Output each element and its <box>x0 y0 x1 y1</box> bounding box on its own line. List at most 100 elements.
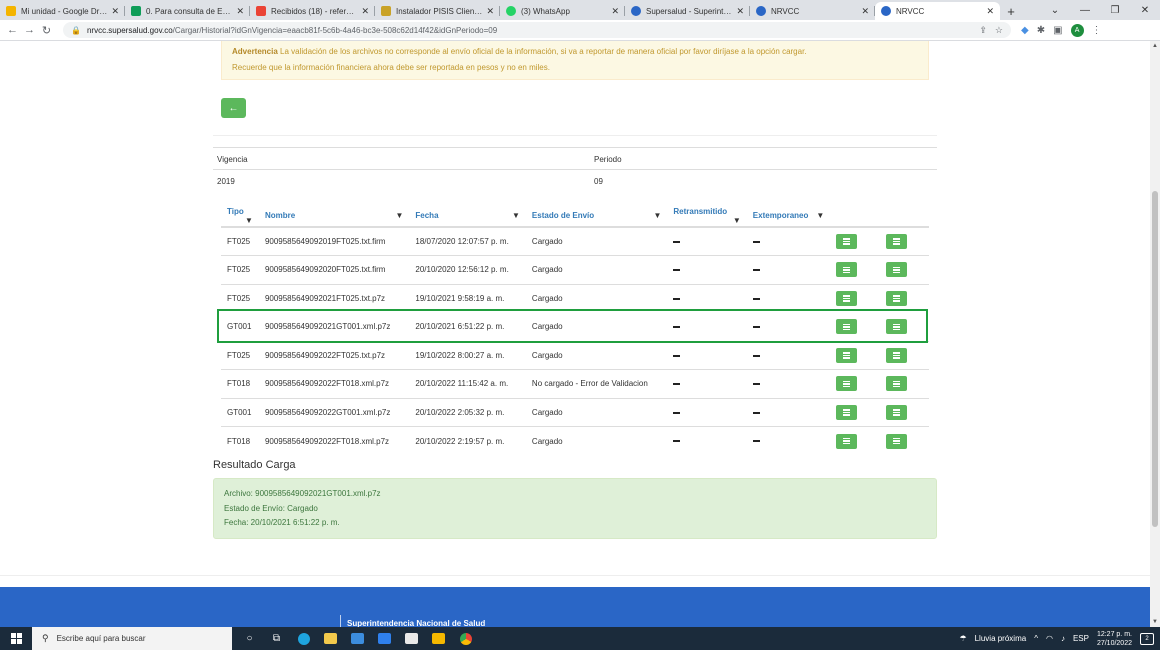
cell-extemporaneo <box>746 283 831 313</box>
view-result-button[interactable] <box>885 404 907 420</box>
supersalud-icon <box>756 6 766 16</box>
view-detail-button[interactable] <box>836 433 858 449</box>
volume-icon[interactable]: ♪ <box>1061 634 1065 643</box>
omnibox-actions: ⇪ ☆ <box>979 25 1003 36</box>
task-view-icon[interactable]: ⧉ <box>263 627 290 650</box>
back-button[interactable]: ← <box>221 98 246 118</box>
cell-estado: Cargado <box>525 226 668 256</box>
filter-icon[interactable]: ▼ <box>395 211 403 220</box>
close-window-icon[interactable]: ✕ <box>1130 0 1160 20</box>
view-detail-button[interactable] <box>836 262 858 278</box>
filter-icon[interactable]: ▼ <box>512 211 520 220</box>
mail-icon[interactable] <box>371 627 398 650</box>
notification-icon[interactable]: 2 <box>1140 632 1154 645</box>
browser-tab[interactable]: Mi unidad - Google Drive ✕ <box>0 2 125 20</box>
page-content: Advertencia La validación de los archivo… <box>0 41 1150 627</box>
close-icon[interactable]: ✕ <box>736 6 744 17</box>
drive-icon <box>6 6 16 16</box>
col-header-fecha[interactable]: Fecha ▼ <box>409 205 526 228</box>
forward-arrow-icon[interactable]: → <box>21 24 38 36</box>
dash-icon <box>752 354 760 357</box>
view-detail-button[interactable] <box>836 404 858 420</box>
windows-start-icon[interactable] <box>0 633 32 644</box>
taskbar-clock[interactable]: 12:27 p. m. 27/10/2022 <box>1097 630 1132 648</box>
cell-nombre: 9009585649092022GT001.xml.p7z <box>258 397 410 427</box>
scrollbar-thumb[interactable] <box>1152 191 1158 527</box>
col-header-estado[interactable]: Estado de Envío ▼ <box>525 205 668 228</box>
browser-tab[interactable]: 0. Para consulta de Entrega✕ <box>125 2 250 20</box>
view-result-button[interactable] <box>885 376 907 392</box>
weather-text[interactable]: Lluvia próxima <box>975 634 1027 643</box>
chrome-icon[interactable] <box>452 627 479 650</box>
browser-tab[interactable]: Instalador PISIS Cliente Ne✕ <box>375 2 500 20</box>
filter-icon[interactable]: ▼ <box>816 211 824 220</box>
col-header-nombre[interactable]: Nombre ▼ <box>258 205 410 228</box>
restore-icon[interactable]: ❐ <box>1100 0 1130 20</box>
cortana-icon[interactable]: ○ <box>236 627 263 650</box>
close-icon[interactable]: ✕ <box>486 6 494 17</box>
browser-tab[interactable]: (3) WhatsApp ✕ <box>500 2 625 20</box>
taskbar-search-input[interactable]: ⚲ Escribe aquí para buscar <box>32 627 232 650</box>
periodo-label: Periodo <box>594 155 622 164</box>
extension-icon[interactable]: ◆ <box>1021 25 1029 36</box>
cell-fecha: 18/07/2020 12:07:57 p. m. <box>409 226 526 256</box>
close-icon[interactable]: ✕ <box>611 6 619 17</box>
browser-tab[interactable]: Recibidos (18) - referentes ✕ <box>250 2 375 20</box>
weather-icon[interactable]: ☂ <box>959 634 966 643</box>
puzzle-icon[interactable]: ✱ <box>1037 25 1045 36</box>
file-explorer-icon[interactable] <box>317 627 344 650</box>
view-detail-button[interactable] <box>836 376 858 392</box>
browser-tab[interactable]: Supersalud - Superintende ✕ <box>625 2 750 20</box>
col-header-retransmitido[interactable]: Retransmitido ▼ <box>667 205 747 228</box>
view-detail-button[interactable] <box>836 234 858 249</box>
close-icon[interactable]: ✕ <box>986 6 994 17</box>
filter-icon[interactable]: ▼ <box>733 216 741 225</box>
view-detail-button[interactable] <box>836 319 858 335</box>
chevron-up-icon[interactable]: ^ <box>1034 634 1038 643</box>
cell-extemporaneo <box>746 340 831 370</box>
view-detail-button[interactable] <box>836 347 858 363</box>
store-icon[interactable] <box>344 627 371 650</box>
close-icon[interactable]: ✕ <box>361 6 369 17</box>
view-result-button[interactable] <box>885 433 907 449</box>
table-header-row: Tipo ▼ Nombre ▼ Fecha ▼ Estado de Envío ▼ Re… <box>221 205 929 228</box>
view-detail-button[interactable] <box>836 290 858 306</box>
language-indicator[interactable]: ESP <box>1073 634 1089 643</box>
sidepanel-icon[interactable]: ▣ <box>1053 25 1062 36</box>
bookmark-star-icon[interactable]: ☆ <box>995 25 1003 36</box>
view-result-button[interactable] <box>885 234 907 249</box>
close-icon[interactable]: ✕ <box>236 6 244 17</box>
scroll-up-icon[interactable]: ▲ <box>1152 43 1158 49</box>
sticky-notes-icon[interactable] <box>425 627 452 650</box>
scroll-down-icon[interactable]: ▼ <box>1152 619 1158 625</box>
page-scrollbar[interactable]: ▲ ▼ <box>1150 41 1160 627</box>
filter-icon[interactable]: ▼ <box>653 211 661 220</box>
url-input[interactable]: 🔒 nrvcc.supersalud.gov.co/Cargar/Histori… <box>63 22 1011 38</box>
browser-tab[interactable]: NRVCC ✕ <box>750 2 875 20</box>
view-result-button[interactable] <box>885 347 907 363</box>
filter-icon[interactable]: ▼ <box>245 216 253 225</box>
minimize-icon[interactable]: — <box>1070 0 1100 20</box>
col-header-extemporaneo[interactable]: Extemporaneo ▼ <box>746 205 831 228</box>
edge-icon[interactable] <box>290 627 317 650</box>
browser-tab-active[interactable]: NRVCC ✕ <box>875 2 1000 20</box>
cell-extemporaneo <box>746 426 831 455</box>
network-icon[interactable]: ◠ <box>1046 634 1053 643</box>
tab-search-icon[interactable]: ⌄ <box>1040 0 1070 20</box>
view-result-button[interactable] <box>885 319 907 335</box>
view-result-button[interactable] <box>885 290 907 306</box>
table-row: FT025 9009585649092021FT025.txt.p7z 19/1… <box>221 283 929 313</box>
view-result-button[interactable] <box>885 262 907 278</box>
back-arrow-icon[interactable]: ← <box>4 24 21 36</box>
close-icon[interactable]: ✕ <box>111 6 119 17</box>
search-placeholder: Escribe aquí para buscar <box>56 634 146 643</box>
close-icon[interactable]: ✕ <box>861 6 869 17</box>
share-icon[interactable]: ⇪ <box>979 25 987 36</box>
profile-avatar[interactable]: A <box>1070 23 1084 37</box>
col-header-tipo[interactable]: Tipo ▼ <box>221 205 259 228</box>
dash-icon <box>752 269 760 272</box>
reload-icon[interactable]: ↻ <box>38 24 55 37</box>
photos-icon[interactable] <box>398 627 425 650</box>
menu-kebab-icon[interactable]: ⋮ <box>1092 25 1102 36</box>
new-tab-button[interactable]: + <box>1000 2 1022 20</box>
